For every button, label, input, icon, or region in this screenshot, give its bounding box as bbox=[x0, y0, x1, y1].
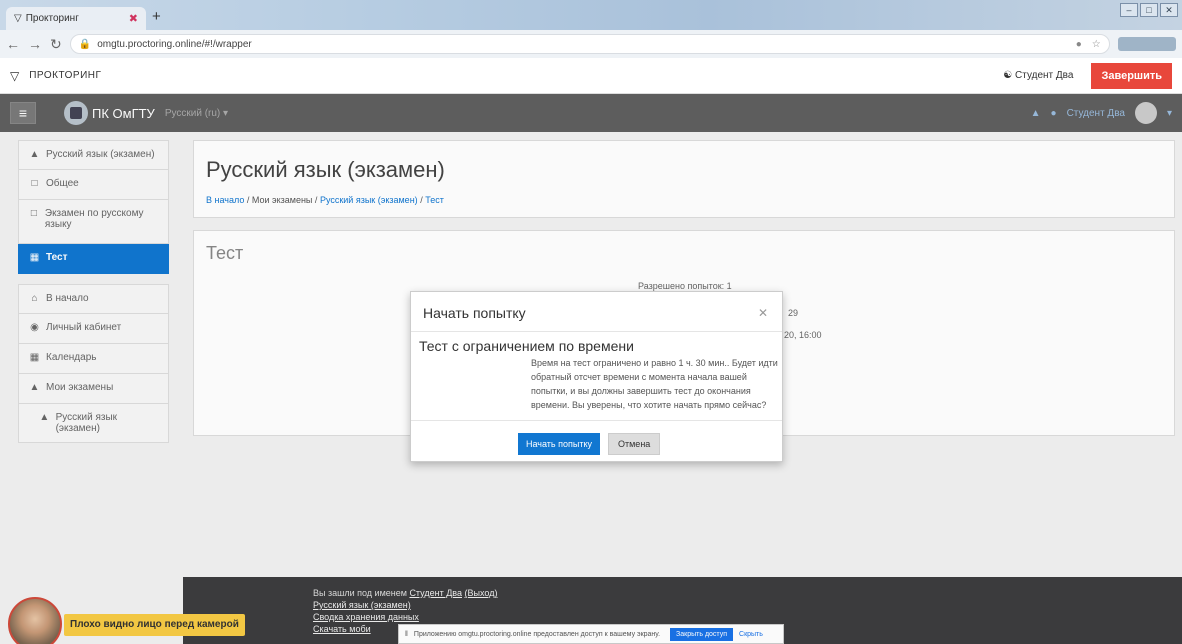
dialog-subtitle: Тест с ограничением по времени bbox=[419, 338, 634, 354]
camera-indicator-icon[interactable]: ● bbox=[1076, 39, 1082, 50]
url-input[interactable]: 🔒 omgtu.proctoring.online/#!/wrapper ● ☆ bbox=[69, 34, 1110, 54]
start-attempt-dialog: Начать попытку ✕ Тест с ограничением по … bbox=[410, 291, 783, 462]
lock-icon: 🔒 bbox=[78, 38, 92, 50]
star-icon[interactable]: ☆ bbox=[1092, 39, 1101, 50]
window-controls: – □ ✕ bbox=[1120, 3, 1178, 17]
minimize-icon[interactable]: – bbox=[1120, 3, 1138, 17]
close-window-icon[interactable]: ✕ bbox=[1160, 3, 1178, 17]
proctoring-title: ПРОКТОРИНГ bbox=[29, 70, 102, 81]
proctoring-user: ☯ Студент Два bbox=[1003, 70, 1074, 81]
dialog-description: Время на тест ограничено и равно 1 ч. 30… bbox=[531, 358, 778, 410]
browser-tab-title: Прокторинг bbox=[25, 13, 79, 24]
close-icon[interactable]: ✖ bbox=[129, 12, 138, 25]
reload-icon[interactable]: ↻ bbox=[50, 36, 62, 53]
finish-button[interactable]: Завершить bbox=[1091, 62, 1172, 89]
user-icon: ☯ bbox=[1003, 70, 1013, 81]
shield-icon: ▽ bbox=[14, 13, 22, 24]
proctoring-bar: ▽ ПРОКТОРИНГ ☯ Студент Два Завершить bbox=[0, 58, 1182, 94]
browser-tab-strip: ▽ Прокторинг ✖ + – □ ✕ bbox=[0, 0, 1182, 30]
url-text: omgtu.proctoring.online/#!/wrapper bbox=[97, 38, 252, 50]
shield-icon: ▽ bbox=[10, 68, 20, 83]
back-icon[interactable]: ← bbox=[6, 36, 20, 52]
new-tab-button[interactable]: + bbox=[152, 8, 161, 25]
extensions-area bbox=[1117, 37, 1176, 51]
dialog-title: Начать попытку bbox=[423, 305, 526, 321]
forward-icon[interactable]: → bbox=[28, 36, 42, 52]
close-icon[interactable]: ✕ bbox=[758, 306, 768, 320]
browser-tab[interactable]: ▽ Прокторинг ✖ bbox=[6, 7, 146, 30]
cancel-button[interactable]: Отмена bbox=[608, 433, 661, 455]
maximize-icon[interactable]: □ bbox=[1140, 3, 1158, 17]
address-bar: ← → ↻ 🔒 omgtu.proctoring.online/#!/wrapp… bbox=[0, 30, 1182, 58]
start-attempt-button[interactable]: Начать попытку bbox=[518, 433, 600, 455]
